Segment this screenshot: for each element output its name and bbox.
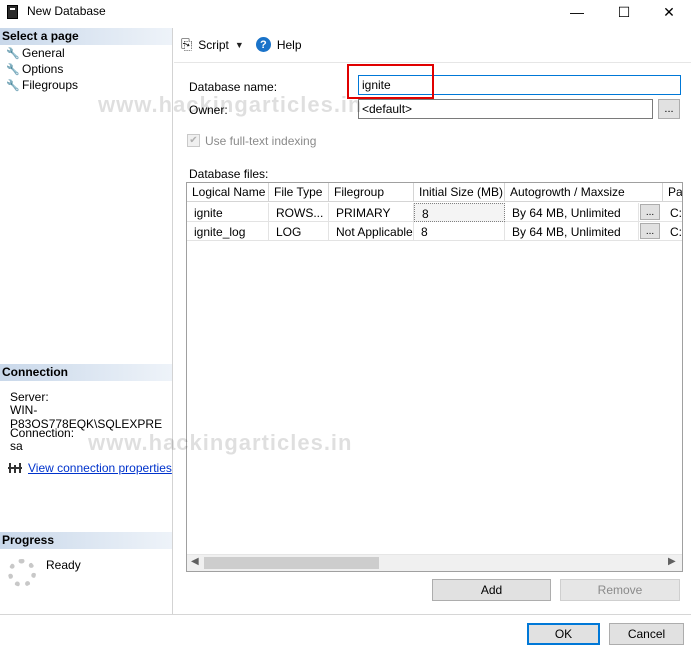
column-header-path[interactable]: Pa (663, 183, 682, 202)
scroll-right-icon[interactable]: ▶ (668, 556, 676, 567)
scroll-left-icon[interactable]: ◀ (191, 556, 199, 567)
page-item-options[interactable]: 🔧 Options (6, 62, 63, 76)
database-app-icon (7, 5, 18, 19)
column-header-autogrowth[interactable]: Autogrowth / Maxsize (505, 183, 663, 202)
grid-header: Logical Name File Type Filegroup Initial… (187, 183, 682, 202)
fulltext-checkbox[interactable]: ✔ (187, 134, 200, 147)
database-files-grid[interactable]: Logical Name File Type Filegroup Initial… (186, 182, 683, 572)
script-icon: ⎘ (181, 36, 193, 52)
view-connection-properties-link[interactable]: View connection properties (28, 461, 172, 475)
toolbar: ⎘ Script ▼ ? Help (181, 36, 302, 53)
database-files-label: Database files: (189, 167, 269, 181)
close-button[interactable]: ✕ (646, 0, 691, 24)
column-header-filegroup[interactable]: Filegroup (329, 183, 414, 202)
page-item-general[interactable]: 🔧 General (6, 46, 65, 60)
progress-status: Ready (46, 558, 81, 572)
progress-header: Progress (0, 532, 172, 549)
column-header-file-type[interactable]: File Type (269, 183, 329, 202)
cell-path[interactable]: C: (663, 203, 682, 222)
cell-logical-name[interactable]: ignite_log (187, 222, 269, 241)
script-button[interactable]: Script (198, 38, 229, 52)
add-button[interactable]: Add (432, 579, 551, 601)
help-button[interactable]: Help (277, 38, 302, 52)
script-dropdown-icon[interactable]: ▼ (235, 40, 244, 50)
column-header-initial-size[interactable]: Initial Size (MB) (414, 183, 505, 202)
fulltext-label: Use full-text indexing (205, 134, 317, 148)
connection-value: sa (10, 439, 23, 453)
page-item-filegroups[interactable]: 🔧 Filegroups (6, 78, 78, 92)
connection-properties-icon (8, 463, 22, 473)
connection-label: Connection: (10, 426, 75, 440)
maximize-button[interactable]: ☐ (601, 0, 647, 24)
autogrowth-browse-button[interactable]: ... (640, 223, 660, 239)
cell-autogrowth: By 64 MB, Unlimited (505, 203, 639, 222)
cell-file-type[interactable]: ROWS... (269, 203, 329, 222)
cell-autogrowth: By 64 MB, Unlimited (505, 222, 639, 241)
title-bar: New Database — ☐ ✕ (0, 0, 691, 24)
minimize-button[interactable]: — (554, 0, 600, 24)
ok-button[interactable]: OK (527, 623, 600, 645)
watermark-text: www.hackingarticles.in (98, 92, 363, 117)
cancel-button[interactable]: Cancel (609, 623, 684, 645)
progress-spinner-icon (8, 559, 36, 587)
wrench-icon: 🔧 (6, 79, 20, 92)
table-row[interactable]: ignite ROWS... PRIMARY 8 By 64 MB, Unlim… (187, 203, 682, 222)
view-connection-properties[interactable]: View connection properties (8, 461, 172, 475)
watermark-text: www.hackingarticles.in (88, 430, 353, 455)
owner-browse-button[interactable]: ... (658, 99, 680, 119)
page-item-label: General (22, 46, 65, 60)
help-icon[interactable]: ? (255, 37, 271, 52)
window-title: New Database (27, 4, 106, 18)
remove-button[interactable]: Remove (560, 579, 680, 601)
scrollbar-thumb[interactable] (204, 557, 379, 569)
wrench-icon: 🔧 (6, 63, 20, 76)
owner-input[interactable] (358, 99, 653, 119)
horizontal-scrollbar[interactable]: ◀ ▶ (187, 554, 682, 571)
footer-divider (0, 614, 691, 615)
column-header-logical-name[interactable]: Logical Name (187, 183, 269, 202)
server-label: Server: (10, 390, 49, 404)
cell-filegroup[interactable]: PRIMARY (329, 203, 414, 222)
table-row[interactable]: ignite_log LOG Not Applicable 8 By 64 MB… (187, 222, 682, 241)
toolbar-divider (174, 62, 691, 63)
cell-file-type[interactable]: LOG (269, 222, 329, 241)
cell-logical-name[interactable]: ignite (187, 203, 269, 222)
wrench-icon: 🔧 (6, 47, 20, 60)
select-page-header: Select a page (0, 28, 172, 45)
cell-initial-size[interactable]: 8 (414, 222, 505, 241)
cell-path[interactable]: C: (663, 222, 682, 241)
page-item-label: Options (22, 62, 64, 76)
cell-filegroup[interactable]: Not Applicable (329, 222, 414, 241)
connection-header: Connection (0, 364, 172, 381)
page-item-label: Filegroups (22, 78, 79, 92)
autogrowth-browse-button[interactable]: ... (640, 204, 660, 220)
cell-initial-size[interactable]: 8 (414, 203, 505, 222)
